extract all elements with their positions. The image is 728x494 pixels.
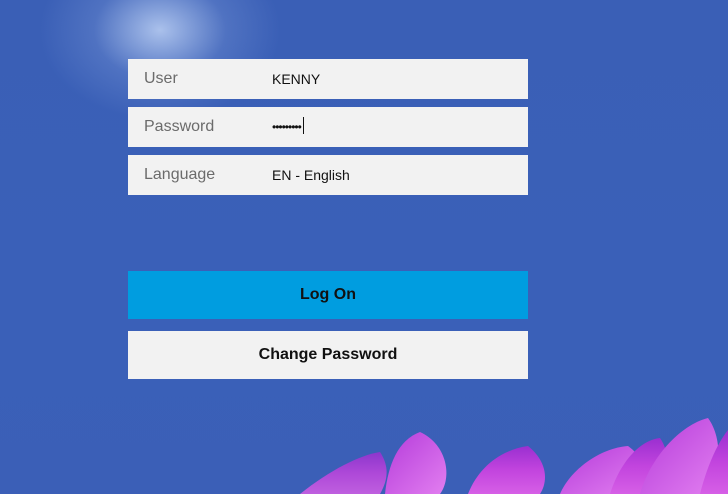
language-label: Language (144, 166, 216, 183)
password-label: Password (144, 118, 215, 135)
user-label: User (144, 70, 178, 87)
password-field: Password ••••••••• (128, 107, 528, 147)
language-field[interactable]: Language EN - English (128, 155, 528, 195)
log-on-button[interactable]: Log On (128, 271, 528, 319)
password-input[interactable]: ••••••••• (272, 107, 304, 147)
user-input[interactable] (272, 59, 520, 99)
user-field: User (128, 59, 528, 99)
language-select[interactable]: EN - English (272, 155, 520, 195)
text-caret (302, 117, 304, 135)
change-password-button[interactable]: Change Password (128, 331, 528, 379)
password-mask: ••••••••• (272, 120, 302, 134)
